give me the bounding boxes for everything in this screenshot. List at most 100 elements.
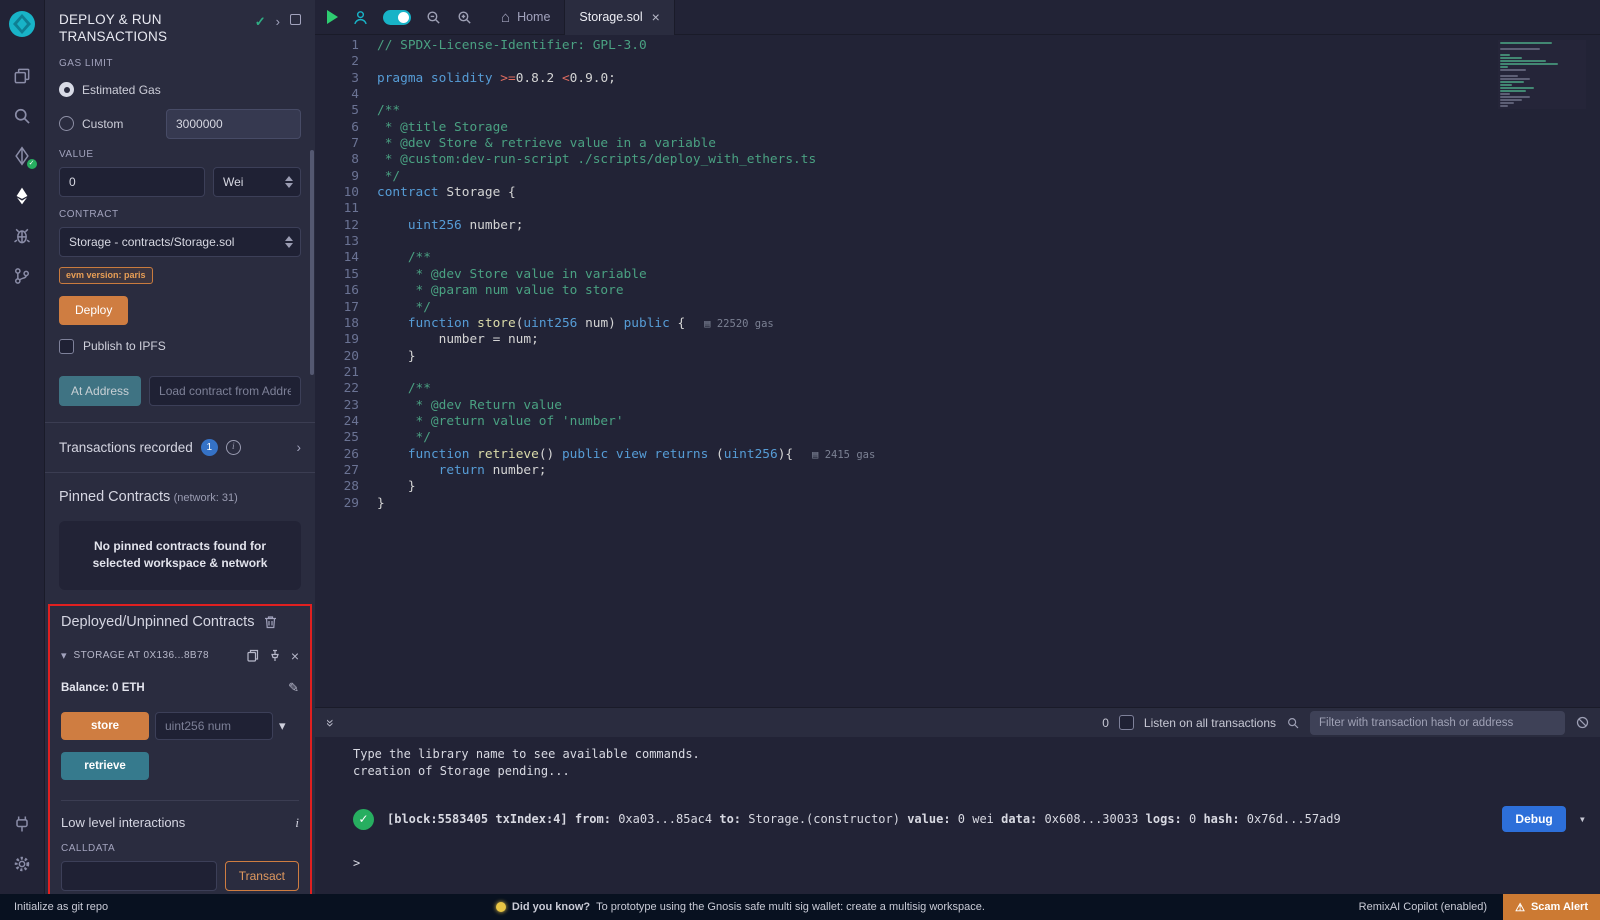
scam-alert-badge[interactable]: ⚠ Scam Alert bbox=[1503, 894, 1600, 920]
icon-rail: ✓ bbox=[0, 0, 45, 894]
store-arg-input[interactable] bbox=[155, 712, 273, 740]
deploy-run-icon[interactable] bbox=[0, 176, 45, 216]
select-arrows-icon bbox=[285, 176, 293, 188]
deploy-button[interactable]: Deploy bbox=[59, 296, 128, 325]
info-icon[interactable]: i bbox=[226, 440, 241, 455]
contract-select[interactable]: Storage - contracts/Storage.sol bbox=[59, 227, 301, 257]
tab-storage-sol[interactable]: Storage.sol × bbox=[564, 0, 674, 35]
code-editor[interactable]: 1234567891011121314151617181920212223242… bbox=[315, 35, 1600, 707]
home-icon: ⌂ bbox=[501, 9, 510, 26]
main-area: ⌂ Home Storage.sol × 1234567891011121314… bbox=[315, 0, 1600, 894]
estimated-gas-label: Estimated Gas bbox=[82, 83, 161, 97]
gas-limit-label: GAS LIMIT bbox=[59, 58, 301, 69]
remix-logo-icon[interactable] bbox=[6, 8, 38, 40]
file-explorer-icon[interactable] bbox=[0, 56, 45, 96]
clear-console-icon[interactable] bbox=[1575, 715, 1590, 730]
annotation-red-box: Deployed/Unpinned Contracts ▾ STORAGE AT… bbox=[48, 604, 312, 894]
editor-gutter: 1234567891011121314151617181920212223242… bbox=[315, 38, 377, 707]
tip-text: To prototype using the Gnosis safe multi… bbox=[596, 901, 985, 913]
pin-panel-icon[interactable] bbox=[290, 14, 301, 25]
terminal-log: Type the library name to see available c… bbox=[353, 746, 1600, 779]
pinned-network-label: (network: 31) bbox=[174, 492, 238, 504]
tip-bulb-icon bbox=[496, 902, 506, 912]
copilot-status[interactable]: RemixAI Copilot (enabled) bbox=[1359, 901, 1487, 913]
custom-gas-input[interactable] bbox=[166, 109, 301, 139]
debug-button[interactable]: Debug bbox=[1502, 806, 1565, 832]
at-address-button[interactable]: At Address bbox=[59, 376, 141, 406]
close-tab-icon[interactable]: × bbox=[652, 9, 660, 25]
estimated-gas-radio[interactable] bbox=[59, 82, 74, 97]
at-address-input[interactable] bbox=[149, 376, 301, 406]
transact-button[interactable]: Transact bbox=[225, 861, 299, 891]
git-icon[interactable] bbox=[0, 256, 45, 296]
editor-tabbar: ⌂ Home Storage.sol × bbox=[315, 0, 1600, 35]
panel-scrollbar[interactable] bbox=[310, 150, 314, 375]
panel-chevron-icon[interactable]: › bbox=[276, 14, 280, 29]
terminal-toolbar: » 0 Listen on all transactions bbox=[315, 707, 1600, 737]
contract-collapse-icon[interactable]: ▾ bbox=[61, 649, 67, 662]
plugin-manager-icon[interactable] bbox=[0, 804, 45, 844]
transactions-count-badge: 1 bbox=[201, 439, 218, 456]
listen-all-checkbox[interactable] bbox=[1119, 715, 1134, 730]
low-level-info-icon[interactable]: i bbox=[295, 815, 299, 831]
custom-gas-label: Custom bbox=[82, 117, 123, 131]
minimap[interactable] bbox=[1498, 40, 1586, 109]
value-unit-select[interactable]: Wei bbox=[213, 167, 301, 197]
tx-text: [block:5583405 txIndex:4] from: 0xa03...… bbox=[387, 812, 1489, 826]
evm-version-badge: evm version: paris bbox=[59, 267, 153, 284]
value-input[interactable] bbox=[59, 167, 205, 197]
copy-icon[interactable] bbox=[247, 649, 259, 662]
settings-gear-icon[interactable] bbox=[0, 844, 45, 884]
env-ok-icon: ✓ bbox=[255, 14, 266, 30]
debugger-icon[interactable] bbox=[0, 216, 45, 256]
panel-title: DEPLOY & RUN TRANSACTIONS bbox=[59, 12, 239, 46]
deployed-contracts-title: Deployed/Unpinned Contracts bbox=[61, 614, 254, 630]
value-label: VALUE bbox=[59, 149, 301, 160]
solidity-compiler-icon[interactable]: ✓ bbox=[0, 136, 45, 176]
remove-contract-icon[interactable]: × bbox=[291, 648, 299, 664]
terminal-prompt[interactable]: > bbox=[353, 856, 1600, 870]
store-function-button[interactable]: store bbox=[61, 712, 149, 740]
terminal-filter-input[interactable] bbox=[1310, 711, 1565, 735]
zoom-in-icon[interactable] bbox=[456, 9, 473, 26]
copilot-toggle[interactable] bbox=[383, 10, 411, 25]
publish-ipfs-label: Publish to IPFS bbox=[83, 339, 166, 353]
trash-icon[interactable] bbox=[264, 615, 277, 629]
expand-args-icon[interactable]: ▾ bbox=[279, 718, 286, 734]
terminal[interactable]: Type the library name to see available c… bbox=[315, 737, 1600, 894]
pin-icon[interactable] bbox=[269, 649, 281, 662]
git-init-status[interactable]: Initialize as git repo bbox=[0, 901, 122, 913]
listen-all-label: Listen on all transactions bbox=[1144, 716, 1276, 730]
tx-expand-icon[interactable]: ▾ bbox=[1579, 812, 1586, 826]
terminal-count: 0 bbox=[1102, 716, 1109, 730]
tab-home[interactable]: ⌂ Home bbox=[487, 0, 564, 35]
run-script-icon[interactable] bbox=[327, 10, 338, 24]
code-lines[interactable]: // SPDX-License-Identifier: GPL-3.0 prag… bbox=[377, 38, 1600, 707]
compile-success-badge: ✓ bbox=[27, 159, 37, 169]
custom-gas-radio[interactable] bbox=[59, 116, 74, 131]
publish-ipfs-checkbox[interactable] bbox=[59, 339, 74, 354]
edit-balance-icon[interactable]: ✎ bbox=[288, 680, 299, 696]
pinned-contracts-title: Pinned Contracts bbox=[59, 489, 170, 505]
zoom-out-icon[interactable] bbox=[425, 9, 442, 26]
app-window: ✓ DEPLOY & RUN TRANSACTIONS ✓ › GAS bbox=[0, 0, 1600, 894]
tx-success-icon: ✓ bbox=[353, 809, 374, 830]
expand-terminal-icon[interactable]: » bbox=[323, 719, 339, 727]
low-level-label: Low level interactions bbox=[61, 815, 185, 830]
select-arrows-icon bbox=[285, 236, 293, 248]
search-icon[interactable] bbox=[0, 96, 45, 136]
transactions-expand-icon[interactable]: › bbox=[297, 440, 302, 455]
calldata-input[interactable] bbox=[61, 861, 217, 891]
contract-label: CONTRACT bbox=[59, 209, 301, 220]
deployed-contract-name: STORAGE AT 0X136...8B78 bbox=[74, 650, 209, 661]
copilot-user-icon[interactable] bbox=[352, 9, 369, 26]
warning-icon: ⚠ bbox=[1515, 901, 1525, 914]
tip-label: Did you know? bbox=[512, 901, 590, 913]
retrieve-function-button[interactable]: retrieve bbox=[61, 752, 149, 780]
pinned-empty-message: No pinned contracts found for selected w… bbox=[59, 521, 301, 590]
transactions-recorded-label: Transactions recorded bbox=[59, 440, 193, 455]
contract-balance: Balance: 0 ETH bbox=[61, 682, 145, 694]
transaction-row[interactable]: ✓ [block:5583405 txIndex:4] from: 0xa03.… bbox=[353, 806, 1600, 832]
status-bar: Initialize as git repo Did you know? To … bbox=[0, 894, 1600, 920]
terminal-search-icon bbox=[1286, 716, 1300, 730]
